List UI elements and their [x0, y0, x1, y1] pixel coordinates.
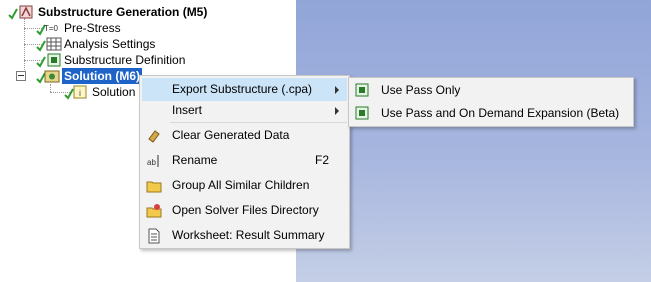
menu-separator	[170, 122, 347, 123]
menu-item-label: Open Solver Files Directory	[172, 203, 319, 217]
substructure-definition-icon	[47, 53, 61, 67]
open-folder-icon	[146, 204, 162, 218]
menu-item-open-solver-files-directory[interactable]: Open Solver Files Directory	[142, 199, 347, 222]
collapse-icon[interactable]	[16, 71, 26, 81]
svg-text:i: i	[79, 88, 81, 98]
menu-item-label: Insert	[172, 103, 203, 117]
menu-item-insert[interactable]: Insert	[142, 99, 347, 122]
solution-information-icon: i	[73, 85, 87, 99]
menu-item-group-all-similar-children[interactable]: Group All Similar Children	[142, 174, 347, 197]
tree-root[interactable]: Substructure Generation (M5)	[0, 4, 296, 20]
pre-stress-icon: T=0	[44, 24, 59, 33]
folder-icon	[146, 181, 162, 193]
submenu-item-use-pass-and-on-demand-expansion[interactable]: Use Pass and On Demand Expansion (Beta)	[351, 102, 631, 125]
eraser-icon	[148, 130, 160, 143]
pass-icon	[355, 83, 369, 97]
rename-icon: ab	[147, 155, 159, 167]
tree-item-analysis-settings[interactable]: Analysis Settings	[0, 36, 296, 52]
menu-item-shortcut: F2	[314, 153, 329, 167]
tree-item-label: Solution (M6)	[62, 68, 142, 84]
menu-item-label: Worksheet: Result Summary	[172, 228, 325, 242]
tree-item-label: Analysis Settings	[64, 37, 156, 51]
analysis-settings-icon	[46, 37, 62, 51]
submenu-item-label: Use Pass Only	[381, 83, 461, 97]
tree-item-substructure-definition[interactable]: Substructure Definition	[0, 52, 296, 68]
menu-item-label: Clear Generated Data	[172, 128, 290, 142]
export-submenu: Use Pass Only Use Pass and On Demand Exp…	[348, 77, 634, 127]
check-icon	[36, 40, 46, 52]
solution-icon	[44, 70, 60, 83]
submenu-item-use-pass-only[interactable]: Use Pass Only	[351, 79, 631, 102]
menu-item-clear-generated-data[interactable]: Clear Generated Data	[142, 124, 347, 147]
menu-item-label: Group All Similar Children	[172, 178, 310, 192]
menu-item-label: Rename	[172, 153, 218, 167]
menu-item-label: Export Substructure (.cpa)	[172, 82, 313, 96]
submenu-item-label: Use Pass and On Demand Expansion (Beta)	[381, 106, 620, 120]
menu-item-worksheet-result-summary[interactable]: Worksheet: Result Summary	[142, 224, 347, 247]
tree-item-label: Pre-Stress	[64, 21, 121, 35]
menu-item-export-substructure[interactable]: Export Substructure (.cpa)	[142, 78, 347, 101]
context-menu: Export Substructure (.cpa) Insert Clear …	[139, 75, 350, 249]
tree-item-label: Substructure Definition	[64, 53, 186, 67]
pass-expansion-icon	[355, 106, 369, 120]
tree-item-pre-stress[interactable]: T=0 Pre-Stress	[0, 20, 296, 36]
tree-item-solution-information[interactable]: i Solution In	[0, 84, 138, 100]
tree-item-label: Solution In	[92, 85, 138, 99]
tree-root-label: Substructure Generation (M5)	[38, 5, 208, 19]
menu-item-rename[interactable]: ab Rename F2	[142, 149, 347, 172]
check-icon	[8, 8, 18, 20]
svg-text:ab: ab	[147, 158, 156, 167]
check-icon	[36, 56, 46, 68]
substructure-generation-icon	[19, 5, 33, 19]
worksheet-icon	[148, 228, 160, 244]
submenu-arrow-icon	[335, 86, 339, 94]
submenu-arrow-icon	[335, 107, 339, 115]
